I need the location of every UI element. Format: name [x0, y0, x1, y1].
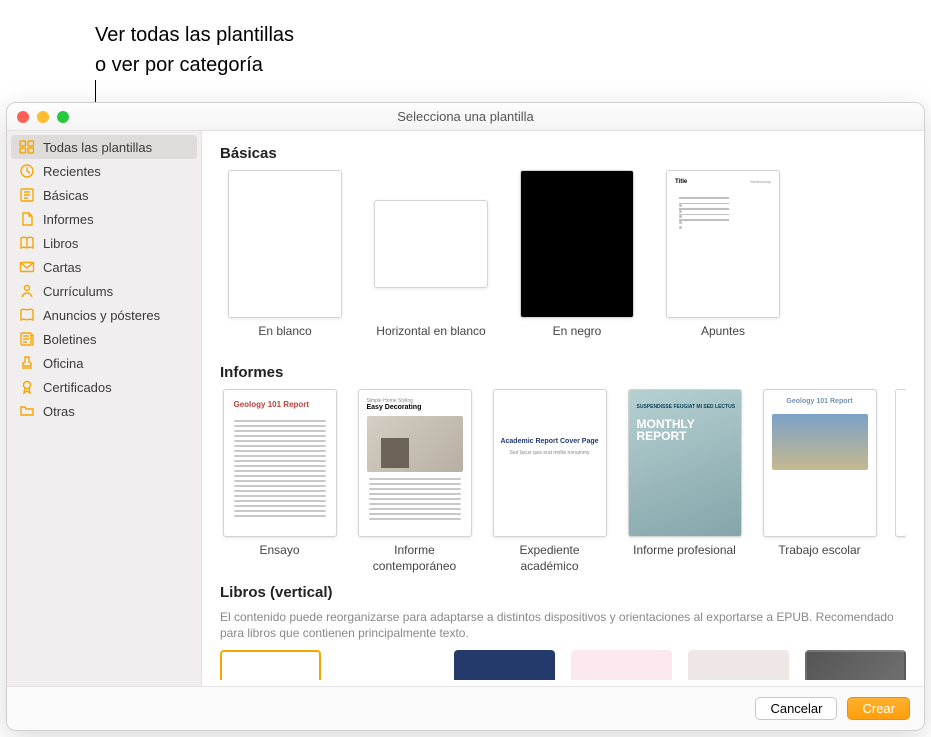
template-label: En negro: [553, 324, 602, 354]
template-thumb: SUSPENDISSE FEUGIAT MI SED LECTUS MONTHL…: [628, 389, 742, 537]
help-annotation: Ver todas las plantillaso ver por catego…: [95, 20, 294, 80]
squares-icon: [19, 187, 35, 203]
template-label: Ensayo: [259, 543, 299, 573]
sidebar-item-basic[interactable]: Básicas: [7, 183, 201, 207]
template-label: Trabajo escolar: [778, 543, 860, 573]
section-subtitle-libros: El contenido puede reorganizarse para ad…: [220, 609, 906, 641]
sidebar-item-label: Informes: [43, 212, 94, 227]
template-thumb: [895, 389, 906, 537]
folder-icon: [19, 403, 35, 419]
sidebar-item-label: Todas las plantillas: [43, 140, 152, 155]
grid-icon: [19, 139, 35, 155]
template-label: Expediente académico: [490, 543, 609, 574]
template-thumb: Academic Report Cover Page Sed lacus qui…: [493, 389, 607, 537]
sidebar-item-certificates[interactable]: Certificados: [7, 375, 201, 399]
newspaper-icon: [19, 331, 35, 347]
template-thumb: [520, 170, 634, 318]
sidebar-item-label: Cartas: [43, 260, 81, 275]
template-thumb: Title Wednesday: [666, 170, 780, 318]
template-label: Apuntes: [701, 324, 745, 354]
templates-row-basicas: En blanco Horizontal en blanco En negro …: [220, 170, 906, 354]
sidebar-item-other[interactable]: Otras: [7, 399, 201, 423]
template-label: Informe contemporáneo: [355, 543, 474, 574]
template-label: Informe profesional: [633, 543, 736, 573]
template-black[interactable]: En negro: [512, 170, 642, 354]
sidebar-item-letters[interactable]: Cartas: [7, 255, 201, 279]
section-title-basicas: Básicas: [220, 145, 906, 162]
template-book-6[interactable]: [805, 650, 906, 680]
templates-row-libros: [220, 650, 906, 680]
sidebar-item-label: Otras: [43, 404, 75, 419]
templates-row-informes: Geology 101 Report Ensayo Simple Home St…: [220, 389, 906, 574]
template-thumb: [228, 170, 342, 318]
sidebar-item-recent[interactable]: Recientes: [7, 159, 201, 183]
template-thumb: Simple Home Styling Easy Decorating: [358, 389, 472, 537]
sidebar-item-books[interactable]: Libros: [7, 231, 201, 255]
template-blank[interactable]: En blanco: [220, 170, 350, 354]
template-book-4[interactable]: [571, 650, 672, 680]
template-label: Horizontal en blanco: [376, 324, 485, 354]
stamp-icon: [19, 355, 35, 371]
template-thumb: Geology 101 Report: [223, 389, 337, 537]
person-icon: [19, 283, 35, 299]
section-title-informes: Informes: [220, 364, 906, 381]
template-school-report[interactable]: Geology 101 Report Trabajo escolar: [760, 389, 879, 574]
sidebar-item-stationery[interactable]: Oficina: [7, 351, 201, 375]
sidebar-item-label: Currículums: [43, 284, 113, 299]
template-essay[interactable]: Geology 101 Report Ensayo: [220, 389, 339, 574]
window-title: Selecciona una plantilla: [7, 109, 924, 124]
template-book-2[interactable]: [337, 650, 438, 680]
sidebar-item-resumes[interactable]: Currículums: [7, 279, 201, 303]
template-academic-report[interactable]: Academic Report Cover Page Sed lacus qui…: [490, 389, 609, 574]
template-chooser-window: Selecciona una plantilla Todas las plant…: [6, 102, 925, 731]
sidebar-item-label: Oficina: [43, 356, 83, 371]
footer-bar: Cancelar Crear: [7, 686, 924, 730]
document-icon: [19, 211, 35, 227]
sidebar-item-label: Boletines: [43, 332, 96, 347]
sidebar-item-label: Certificados: [43, 380, 112, 395]
template-overflow[interactable]: [895, 389, 906, 574]
cancel-button[interactable]: Cancelar: [755, 697, 837, 720]
template-grid: Básicas En blanco Horizontal en blanco E…: [202, 131, 924, 686]
section-title-libros: Libros (vertical): [220, 584, 906, 601]
sidebar-item-label: Básicas: [43, 188, 89, 203]
template-book-blank[interactable]: [220, 650, 321, 680]
sidebar-item-label: Libros: [43, 236, 78, 251]
envelope-icon: [19, 259, 35, 275]
template-notes[interactable]: Title Wednesday Apuntes: [658, 170, 788, 354]
template-book-3[interactable]: [454, 650, 555, 680]
sidebar-item-all-templates[interactable]: Todas las plantillas: [11, 135, 197, 159]
sidebar-item-flyers[interactable]: Anuncios y pósteres: [7, 303, 201, 327]
category-sidebar: Todas las plantillas Recientes Básicas I…: [7, 131, 202, 686]
sidebar-item-reports[interactable]: Informes: [7, 207, 201, 231]
template-contemporary-report[interactable]: Simple Home Styling Easy Decorating Info…: [355, 389, 474, 574]
sidebar-item-newsletters[interactable]: Boletines: [7, 327, 201, 351]
template-thumb: [374, 200, 488, 288]
book-open-icon: [19, 307, 35, 323]
template-book-5[interactable]: [688, 650, 789, 680]
template-blank-landscape[interactable]: Horizontal en blanco: [366, 170, 496, 354]
book-icon: [19, 235, 35, 251]
create-button[interactable]: Crear: [847, 697, 910, 720]
sidebar-item-label: Anuncios y pósteres: [43, 308, 160, 323]
ribbon-icon: [19, 379, 35, 395]
template-label: En blanco: [258, 324, 311, 354]
template-thumb: Geology 101 Report: [763, 389, 877, 537]
titlebar: Selecciona una plantilla: [7, 103, 924, 131]
template-professional-report[interactable]: SUSPENDISSE FEUGIAT MI SED LECTUS MONTHL…: [625, 389, 744, 574]
clock-icon: [19, 163, 35, 179]
sidebar-item-label: Recientes: [43, 164, 101, 179]
